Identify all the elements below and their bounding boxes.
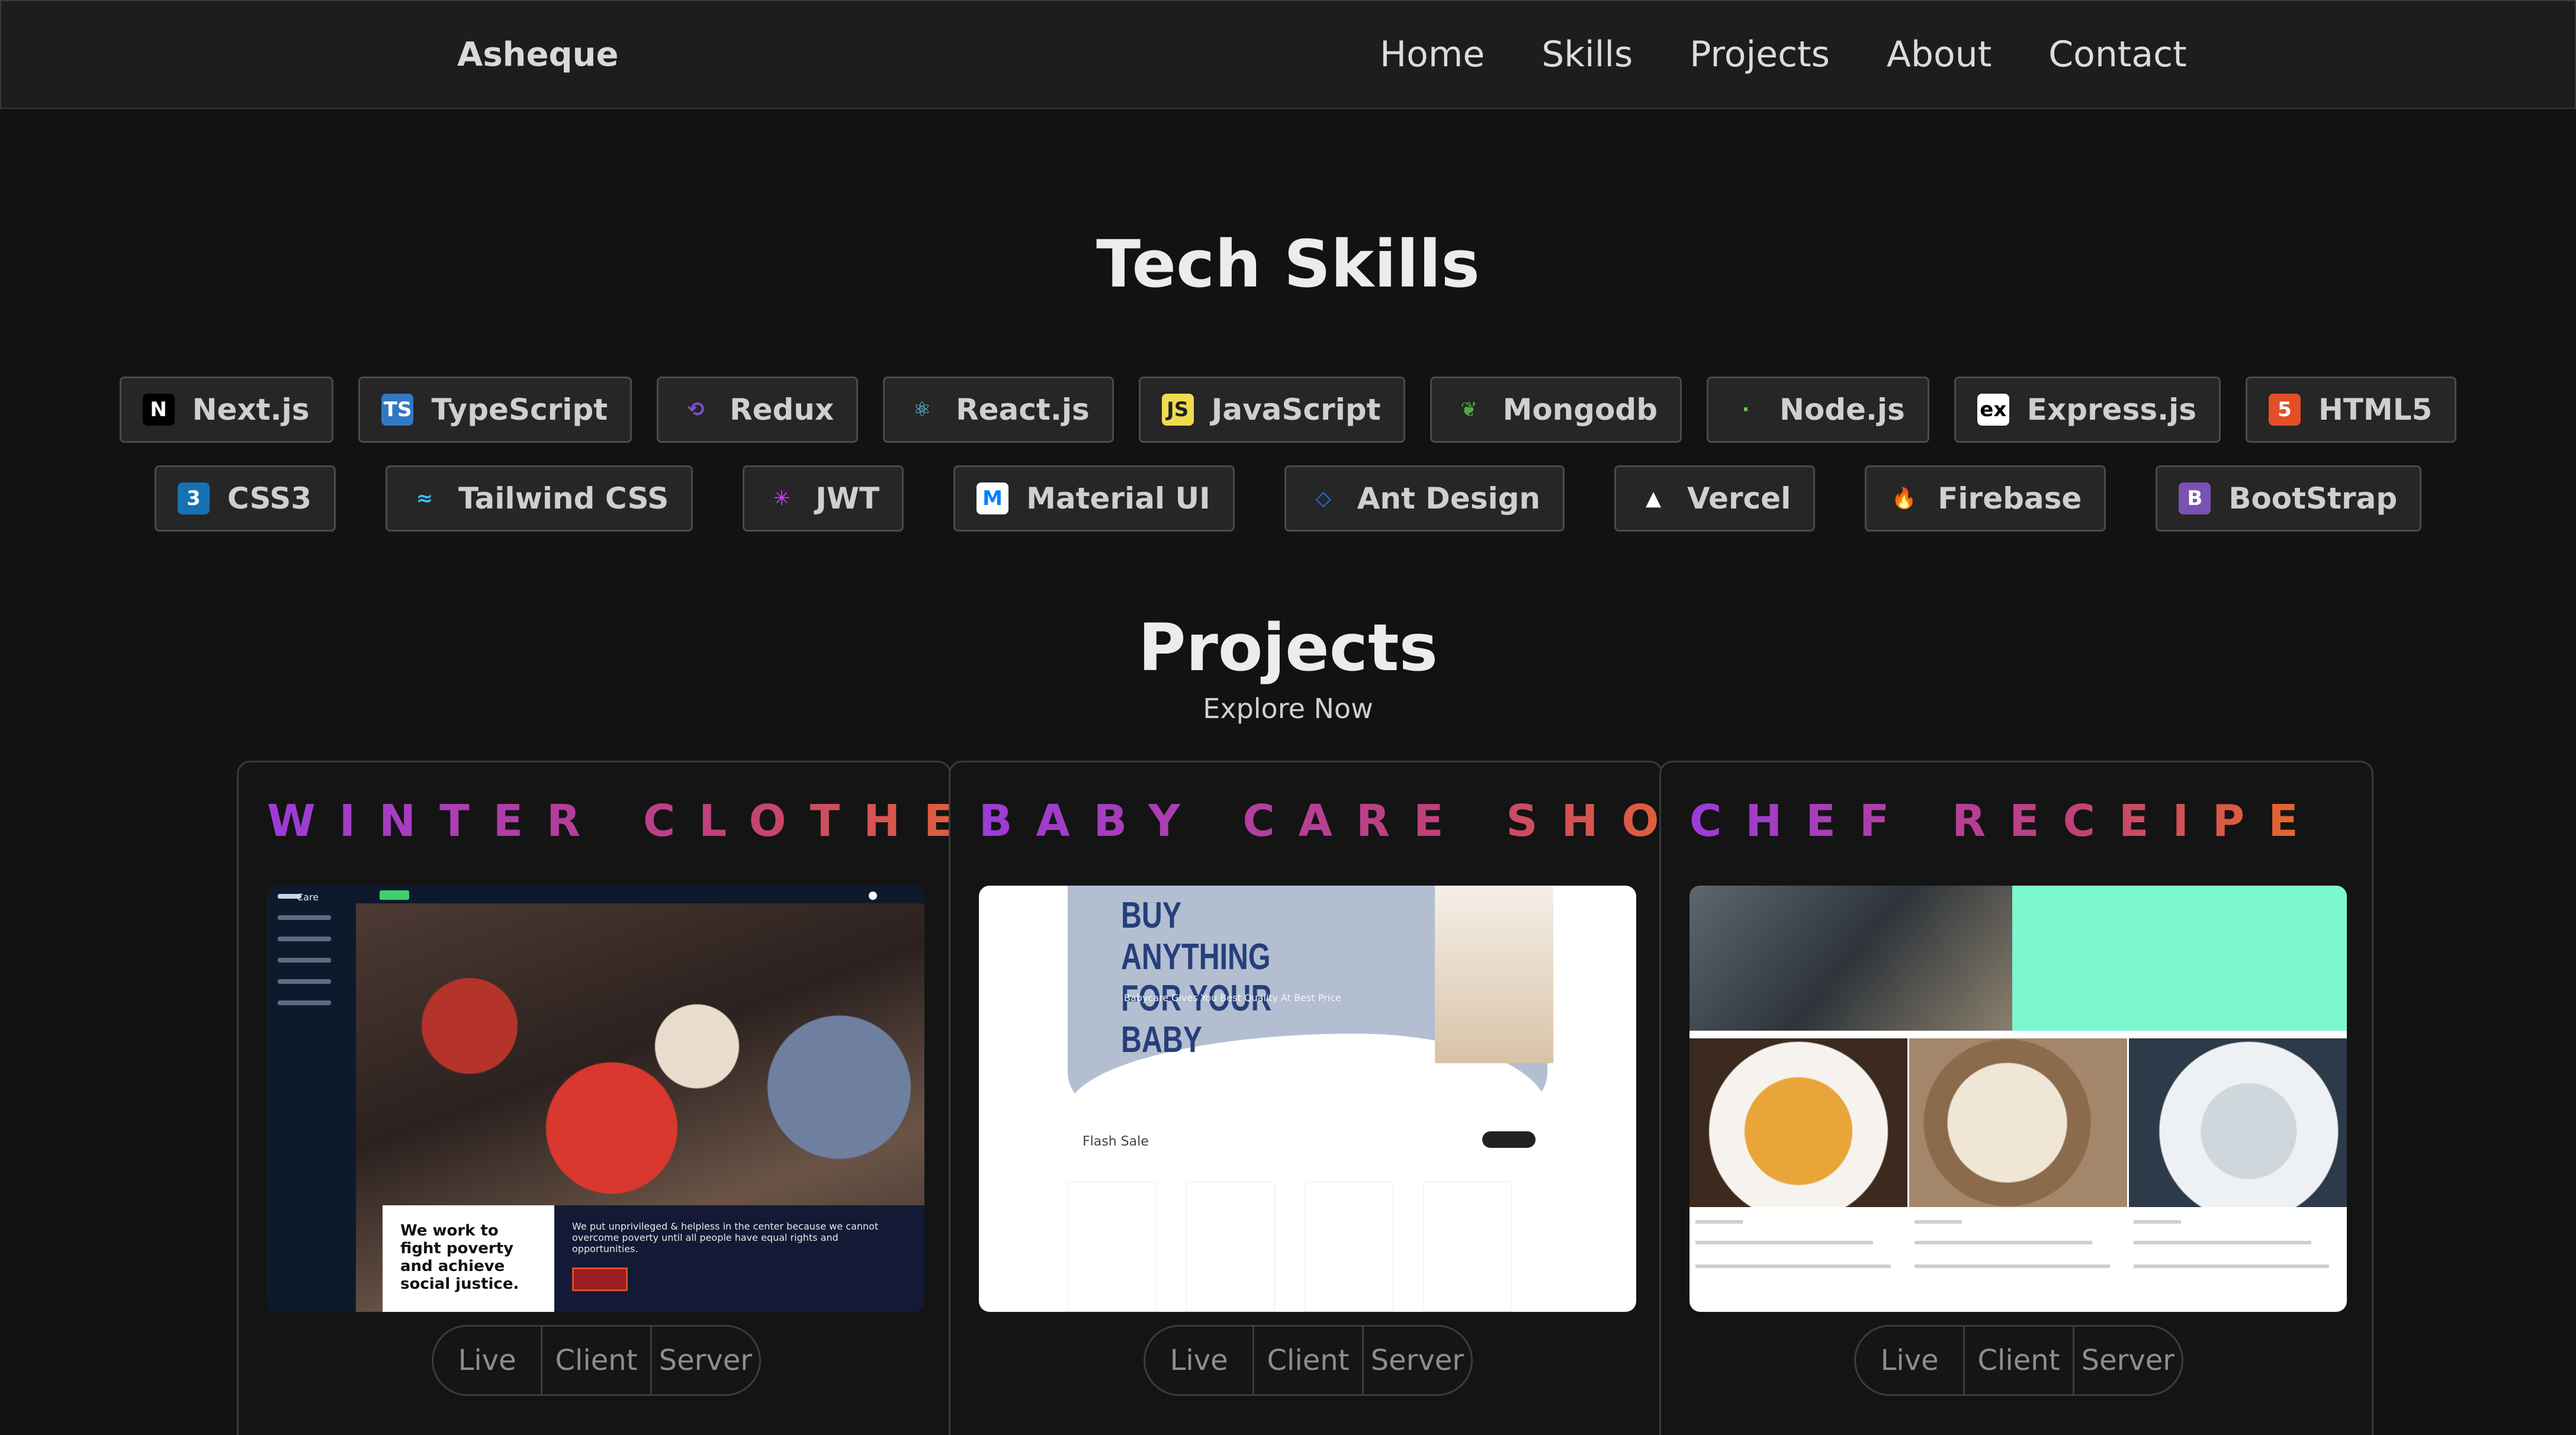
nav-link-projects[interactable]: Projects: [1690, 34, 1830, 75]
live-button[interactable]: Live: [1145, 1327, 1255, 1394]
projects-section-title: Projects: [1138, 610, 1438, 686]
project-screenshot: [1690, 886, 2347, 1312]
jwt-icon: ✳: [773, 487, 791, 510]
vercel-icon: ▲: [1645, 487, 1662, 510]
skills-section-title: Tech Skills: [1096, 226, 1480, 302]
skills-row-2: 3 CSS3 ≈ Tailwind CSS ✳ JWT M Material UI ◇ Ant D…: [0, 465, 2576, 532]
html5-icon: 5: [2268, 394, 2301, 426]
material-ui-icon: M: [977, 482, 1009, 514]
server-button[interactable]: Server: [652, 1327, 759, 1394]
screenshot-sidebar: [267, 886, 356, 1312]
skill-badge-typescript: TS TypeScript: [358, 377, 632, 443]
project-screenshot: BUY ANYTHING FOR YOUR BABY Babycare Give…: [979, 886, 1636, 1312]
client-button[interactable]: Client: [1965, 1327, 2074, 1394]
skill-badge-css3: 3 CSS3: [154, 465, 336, 532]
server-button[interactable]: Server: [2074, 1327, 2182, 1394]
skill-badge-vercel: ▲ Vercel: [1614, 465, 1816, 532]
project-title: WINTER CLOTHES: [267, 796, 1033, 847]
project-links: Live Client Server: [1854, 1325, 2183, 1396]
nav-link-about[interactable]: About: [1887, 34, 1992, 75]
skill-label: Express.js: [2026, 392, 2196, 427]
typescript-icon: TS: [381, 394, 414, 426]
client-button[interactable]: Client: [1254, 1327, 1364, 1394]
nodejs-icon: ·: [1742, 398, 1750, 422]
skill-badge-express-js: ex Express.js: [1954, 377, 2221, 443]
express-icon: ex: [1977, 394, 2009, 426]
skill-label: Mongodb: [1502, 392, 1658, 427]
skill-label: React.js: [956, 392, 1090, 427]
skill-label: Tailwind CSS: [458, 481, 669, 516]
react-icon: ⚛: [913, 398, 932, 422]
client-button[interactable]: Client: [542, 1327, 652, 1394]
tailwind-icon: ≈: [416, 487, 433, 510]
skill-badge-html5: 5 HTML5: [2245, 377, 2457, 443]
brand-logo[interactable]: Asheque: [457, 36, 618, 74]
skill-label: HTML5: [2318, 392, 2433, 427]
skill-label: Node.js: [1780, 392, 1905, 427]
skill-label: TypeScript: [431, 392, 608, 427]
skill-label: Vercel: [1687, 481, 1791, 516]
nav-link-home[interactable]: Home: [1380, 34, 1485, 75]
navbar: Asheque Home Skills Projects About Conta…: [0, 0, 2576, 109]
project-card-baby-care-shop: BABY CARE SHOP BUY ANYTHING FOR YOUR BAB…: [949, 761, 1715, 1435]
skill-label: Firebase: [1938, 481, 2082, 516]
skill-label: Material UI: [1026, 481, 1210, 516]
skill-label: Redux: [730, 392, 834, 427]
project-title: BABY CARE SHOP: [979, 796, 1739, 847]
ant-design-icon: ◇: [1315, 487, 1331, 510]
project-screenshot: Care We work to fight poverty and achiev…: [267, 886, 924, 1312]
firebase-icon: 🔥: [1891, 487, 1917, 510]
server-button[interactable]: Server: [1364, 1327, 1471, 1394]
skill-label: Next.js: [192, 392, 310, 427]
skill-badge-ant-design: ◇ Ant Design: [1284, 465, 1565, 532]
skills-row-1: N Next.js TS TypeScript ⟲ Redux ⚛ React.js JS Jav…: [0, 377, 2576, 443]
skill-label: JavaScript: [1211, 392, 1381, 427]
css3-icon: 3: [177, 482, 210, 514]
live-button[interactable]: Live: [1856, 1327, 1965, 1394]
nav-link-skills[interactable]: Skills: [1541, 34, 1633, 75]
skill-badge-react-js: ⚛ React.js: [883, 377, 1114, 443]
skill-badge-material-ui: M Material UI: [953, 465, 1235, 532]
skill-badge-redux: ⟲ Redux: [657, 377, 859, 443]
skill-label: JWT: [815, 481, 880, 516]
skill-badge-jwt: ✳ JWT: [743, 465, 904, 532]
project-title: CHEF RECEIPE: [1690, 796, 2322, 847]
skill-badge-tailwind-css: ≈ Tailwind CSS: [386, 465, 693, 532]
live-button[interactable]: Live: [433, 1327, 543, 1394]
nav-link-contact[interactable]: Contact: [2048, 34, 2186, 75]
skill-badge-bootstrap: B BootStrap: [2156, 465, 2422, 532]
projects-subtitle: Explore Now: [1203, 693, 1373, 725]
skill-label: CSS3: [227, 481, 312, 516]
skill-label: BootStrap: [2228, 481, 2398, 516]
project-links: Live Client Server: [432, 1325, 761, 1396]
skill-badge-mongodb: ❦ Mongodb: [1430, 377, 1682, 443]
skill-label: Ant Design: [1357, 481, 1541, 516]
javascript-icon: JS: [1161, 394, 1194, 426]
skill-badge-next-js: N Next.js: [119, 377, 334, 443]
project-card-winter-clothes: WINTER CLOTHES Care We work to fight pov…: [237, 761, 1009, 1435]
project-links: Live Client Server: [1144, 1325, 1473, 1396]
nav-menu: Home Skills Projects About Contact: [1380, 34, 2187, 75]
bootstrap-icon: B: [2179, 482, 2211, 514]
mongodb-icon: ❦: [1460, 398, 1477, 422]
skill-badge-javascript: JS JavaScript: [1138, 377, 1405, 443]
project-card-chef-receipe: CHEF RECEIPE Live Client Server: [1659, 761, 2373, 1435]
skill-badge-node-js: · Node.js: [1707, 377, 1929, 443]
redux-icon: ⟲: [687, 398, 705, 422]
skill-badge-firebase: 🔥 Firebase: [1865, 465, 2106, 532]
nextjs-icon: N: [142, 394, 175, 426]
